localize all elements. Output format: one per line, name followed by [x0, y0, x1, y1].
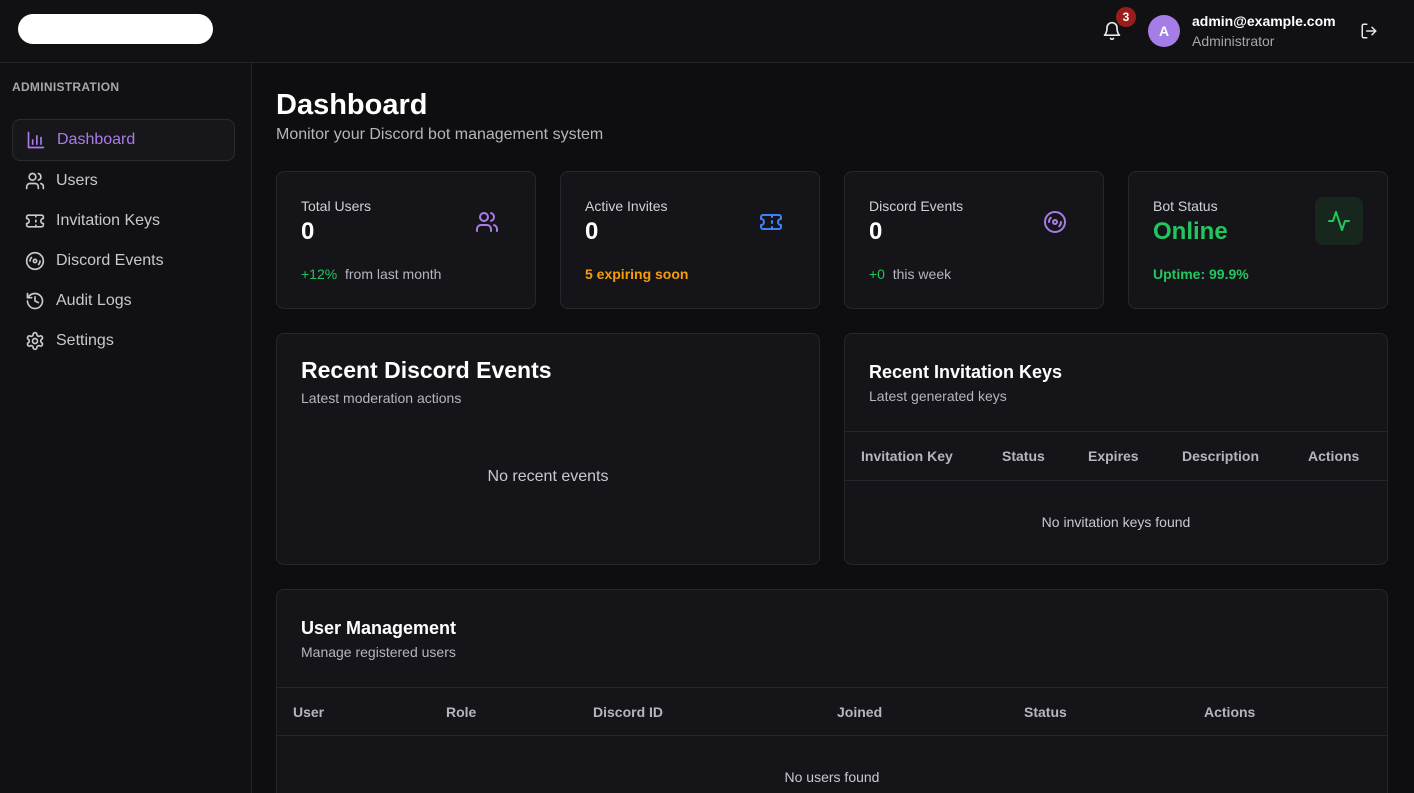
stat-label: Active Invites [585, 198, 668, 214]
section-title: Recent Discord Events [301, 357, 552, 383]
stat-footer-text: from last month [344, 266, 442, 282]
stat-label: Total Users [301, 198, 372, 214]
stat-footer-text: 5 expiring soon [585, 266, 689, 282]
column-header[interactable]: Description [1182, 448, 1259, 464]
stat-card-total-users: Total Users 0 +12% from last month [276, 171, 536, 309]
sidebar-item-label: Dashboard [57, 131, 136, 148]
bar-chart-icon [26, 130, 46, 150]
logout-icon[interactable] [1360, 22, 1378, 40]
stat-delta: +0 [869, 266, 885, 282]
disc-icon [25, 251, 45, 271]
sidebar-item-audit-logs[interactable]: Audit Logs [12, 280, 235, 322]
section-title: User Management [301, 618, 457, 638]
sidebar-item-label: Audit Logs [56, 292, 132, 309]
status-icon-box [1315, 197, 1363, 245]
stat-delta: +12% [301, 266, 338, 282]
section-subtitle: Latest moderation actions [301, 390, 462, 406]
stat-card-discord-events: Discord Events 0 +0 this week [844, 171, 1104, 309]
column-header[interactable]: Status [1024, 704, 1067, 720]
avatar[interactable]: A [1148, 15, 1180, 47]
stat-value: 0 [585, 218, 599, 245]
stat-card-bot-status: Bot Status Online Uptime: 99.9% [1128, 171, 1388, 309]
table-header: User Role Discord ID Joined Status Actio… [277, 687, 1387, 736]
users-icon [476, 212, 498, 232]
empty-state: No users found [784, 769, 880, 785]
section-subtitle: Latest generated keys [869, 388, 1007, 404]
top-bar: 3 A admin@example.com Administrator [0, 0, 1414, 63]
user-management-card: User Management Manage registered users … [276, 589, 1388, 793]
sidebar-item-users[interactable]: Users [12, 160, 235, 202]
page-subtitle: Monitor your Discord bot management syst… [276, 126, 604, 143]
app-logo[interactable] [18, 14, 213, 44]
sidebar-item-label: Invitation Keys [56, 212, 161, 229]
activity-icon [1328, 211, 1350, 231]
history-icon [25, 291, 45, 311]
sidebar-item-label: Settings [56, 332, 114, 349]
user-email: admin@example.com [1192, 13, 1336, 29]
stat-footer-text: this week [892, 266, 952, 282]
stat-footer: +12% from last month [301, 266, 441, 282]
column-header[interactable]: Role [446, 704, 476, 720]
stat-footer-text: Uptime: 99.9% [1153, 266, 1249, 282]
sidebar-heading: ADMINISTRATION [12, 80, 120, 94]
users-icon [25, 171, 45, 191]
page-title: Dashboard [276, 89, 428, 121]
column-header[interactable]: Actions [1308, 448, 1359, 464]
column-header[interactable]: Discord ID [593, 704, 663, 720]
sidebar: ADMINISTRATION Dashboard Users Invitatio… [0, 63, 252, 793]
column-header[interactable]: Actions [1204, 704, 1255, 720]
section-subtitle: Manage registered users [301, 644, 456, 660]
section-title: Recent Invitation Keys [869, 362, 1063, 382]
gear-icon [25, 331, 45, 351]
column-header[interactable]: Status [1002, 448, 1045, 464]
column-header[interactable]: User [293, 704, 324, 720]
stat-value: Online [1153, 218, 1228, 245]
stat-value: 0 [301, 218, 315, 245]
ticket-icon [25, 211, 45, 231]
empty-state: No invitation keys found [1041, 514, 1191, 530]
column-header[interactable]: Joined [837, 704, 882, 720]
disc-icon [1044, 211, 1066, 233]
stat-value: 0 [869, 218, 883, 245]
sidebar-item-settings[interactable]: Settings [12, 320, 235, 362]
stat-card-active-invites: Active Invites 0 5 expiring soon [560, 171, 820, 309]
recent-events-card: Recent Discord Events Latest moderation … [276, 333, 820, 565]
sidebar-item-discord-events[interactable]: Discord Events [12, 240, 235, 282]
sidebar-item-invitation-keys[interactable]: Invitation Keys [12, 200, 235, 242]
ticket-icon [760, 214, 782, 230]
column-header[interactable]: Expires [1088, 448, 1139, 464]
stat-label: Discord Events [869, 198, 964, 214]
empty-state: No recent events [487, 468, 609, 485]
sidebar-item-dashboard[interactable]: Dashboard [12, 119, 235, 161]
stat-label: Bot Status [1153, 198, 1218, 214]
column-header[interactable]: Invitation Key [861, 448, 953, 464]
sidebar-item-label: Users [56, 172, 98, 189]
user-role: Administrator [1192, 33, 1275, 49]
recent-keys-card: Recent Invitation Keys Latest generated … [844, 333, 1388, 565]
notification-count-badge: 3 [1116, 7, 1136, 27]
stat-footer: +0 this week [869, 266, 951, 282]
sidebar-item-label: Discord Events [56, 252, 164, 269]
table-header: Invitation Key Status Expires Descriptio… [845, 431, 1387, 481]
